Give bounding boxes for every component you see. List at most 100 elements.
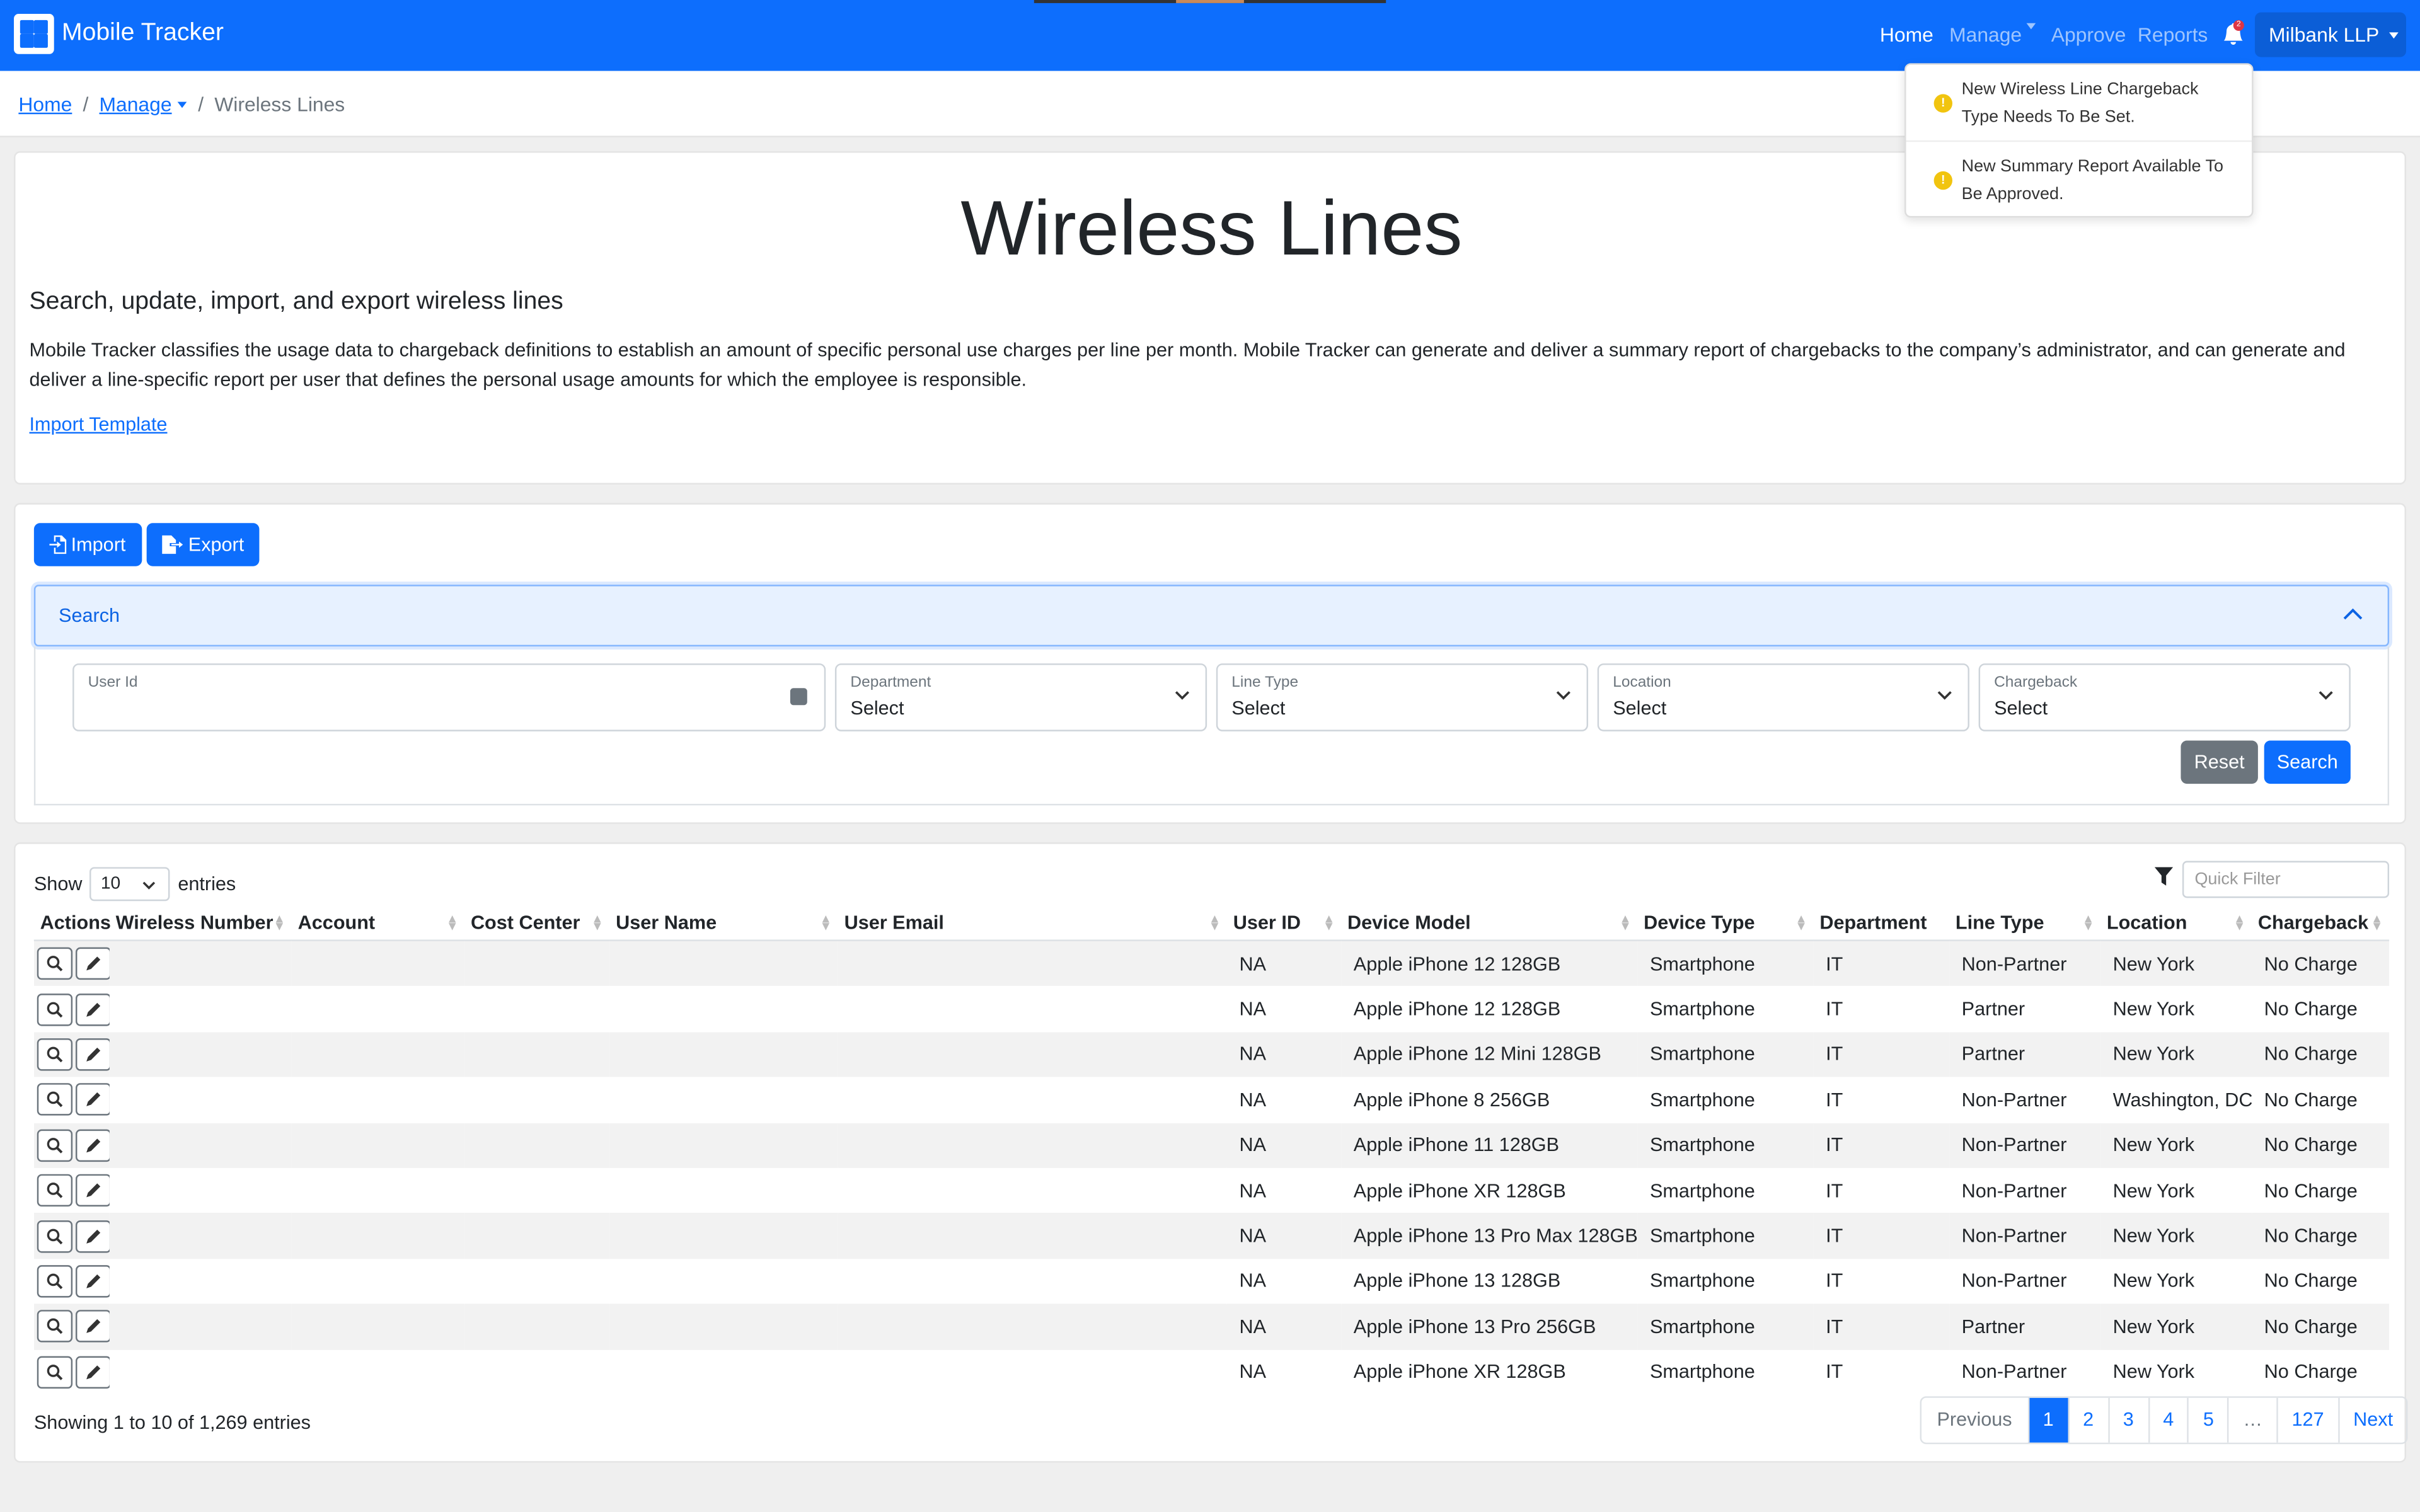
edit-button[interactable] <box>76 993 110 1026</box>
search-accordion-header[interactable]: Search <box>33 585 2390 647</box>
cell-chargeback: No Charge <box>2252 1213 2390 1259</box>
search-button[interactable]: Search <box>2264 740 2351 784</box>
breadcrumb-manage[interactable]: Manage <box>100 93 172 116</box>
chargeback-select[interactable]: Chargeback Select <box>1978 663 2351 731</box>
nav-home[interactable]: Home <box>1880 23 1933 47</box>
cell-redacted <box>464 1303 610 1349</box>
cell-user-id: NA <box>1226 1031 1342 1077</box>
user-id-field[interactable]: User Id <box>72 663 826 731</box>
view-button[interactable] <box>37 1084 73 1116</box>
column-header-department[interactable]: Department <box>1813 905 1950 941</box>
cell-redacted <box>464 1213 610 1259</box>
filter-icon[interactable] <box>2154 867 2174 886</box>
quick-filter-input[interactable]: Quick Filter <box>2182 861 2390 898</box>
search-card: Import Export Search User Id Department … <box>14 503 2406 824</box>
view-button[interactable] <box>37 1264 73 1298</box>
location-select[interactable]: Location Select <box>1597 663 1969 731</box>
breadcrumb-home[interactable]: Home <box>18 93 72 116</box>
view-button[interactable] <box>37 1310 73 1343</box>
pagination-page[interactable]: 127 <box>2276 1397 2338 1443</box>
notification-count-badge: 2 <box>2233 20 2244 31</box>
page-size-select[interactable]: 10 <box>89 867 171 902</box>
cell-device-type: Smartphone <box>1649 1179 1755 1201</box>
view-button[interactable] <box>37 1220 73 1252</box>
view-button[interactable] <box>37 1038 73 1071</box>
column-header-device-type[interactable]: Device Type ▲ ▼ <box>1637 905 1814 941</box>
nav-approve[interactable]: Approve <box>2051 23 2126 47</box>
view-button[interactable] <box>37 1355 73 1389</box>
notifications-bell[interactable]: 2 <box>2223 20 2244 45</box>
column-header-user-id[interactable]: User ID ▲ ▼ <box>1226 905 1342 941</box>
caret-down-icon[interactable] <box>178 101 188 108</box>
view-button[interactable] <box>37 1129 73 1162</box>
view-button[interactable] <box>37 948 73 980</box>
cell-actions <box>33 1031 110 1077</box>
cell-device-type: Smartphone <box>1649 998 1755 1020</box>
export-button[interactable]: Export <box>146 523 260 566</box>
column-header-device-model[interactable]: Device Model ▲ ▼ <box>1341 905 1638 941</box>
edit-button[interactable] <box>76 1264 110 1298</box>
sort-icon: ▲ ▼ <box>2082 912 2095 934</box>
edit-button[interactable] <box>76 1220 110 1252</box>
cell-device-type: Smartphone <box>1649 1361 1755 1383</box>
cell-chargeback: No Charge <box>2264 1361 2358 1383</box>
column-header-location[interactable]: Location ▲ ▼ <box>2100 905 2252 941</box>
cell-redacted <box>609 1259 838 1304</box>
view-button[interactable] <box>37 1174 73 1207</box>
cell-redacted <box>292 1168 464 1213</box>
warning-icon: ! <box>1933 171 1952 190</box>
department-select[interactable]: Department Select <box>834 663 1207 731</box>
edit-button[interactable] <box>76 1084 110 1116</box>
nav-reports[interactable]: Reports <box>2138 23 2208 47</box>
column-header-chargeback[interactable]: Chargeback ▲ ▼ <box>2252 905 2390 941</box>
import-button[interactable]: Import <box>33 523 142 566</box>
quick-filter-placeholder: Quick Filter <box>2194 870 2281 889</box>
edit-button[interactable] <box>76 1355 110 1389</box>
line-type-label: Line Type <box>1231 674 1299 692</box>
cell-redacted <box>464 1122 610 1168</box>
edit-button[interactable] <box>76 1174 110 1207</box>
import-template-link[interactable]: Import Template <box>30 413 168 435</box>
notification-text: New Summary Report Available To Be Appro… <box>1961 157 2223 203</box>
edit-button[interactable] <box>76 1310 110 1343</box>
edit-button[interactable] <box>76 948 110 980</box>
column-header-line-type[interactable]: Line Type ▲ ▼ <box>1949 905 2101 941</box>
edit-button[interactable] <box>76 1038 110 1071</box>
cell-redacted <box>609 1031 838 1077</box>
department-value: Select <box>850 697 904 719</box>
cell-user-id: NA <box>1239 1361 1267 1383</box>
app-logo-icon <box>14 14 54 54</box>
cell-redacted <box>464 1349 609 1395</box>
line-type-select[interactable]: Line Type Select <box>1216 663 1589 731</box>
cell-user-id: NA <box>1239 1179 1267 1201</box>
pagination-page[interactable]: 5 <box>2187 1397 2228 1443</box>
brand[interactable]: Mobile Tracker <box>14 14 224 54</box>
pagination-next[interactable]: Next <box>2337 1397 2407 1443</box>
pagination-page[interactable]: 1 <box>2027 1397 2068 1443</box>
column-header-user-email[interactable]: User Email ▲ ▼ <box>838 905 1227 941</box>
autofill-icon[interactable] <box>790 688 807 706</box>
account-dropdown[interactable]: Milbank LLP <box>2254 12 2406 57</box>
pagination-previous[interactable]: Previous <box>1922 1398 2027 1443</box>
pencil-icon <box>86 1228 101 1243</box>
view-button[interactable] <box>37 993 73 1026</box>
column-header-wireless-number[interactable]: Wireless Number ▲ ▼ <box>109 905 292 941</box>
cell-line-type: Partner <box>1961 998 2025 1020</box>
notification-item[interactable]: ! New Summary Report Available To Be App… <box>1906 140 2252 217</box>
cell-actions <box>34 987 110 1032</box>
column-header-user-name[interactable]: User Name ▲ ▼ <box>609 905 838 941</box>
pagination-page[interactable]: 4 <box>2147 1397 2188 1443</box>
table-row: NA Apple iPhone 8 256GB Smartphone IT Non-Pa… <box>34 1077 2389 1123</box>
notification-item[interactable]: ! New Wireless Line Chargeback Type Need… <box>1906 65 2252 140</box>
nav-manage-dropdown[interactable]: Manage <box>1949 23 2036 46</box>
cell-line-type: Non-Partner <box>1949 1122 2101 1168</box>
edit-button[interactable] <box>76 1129 110 1162</box>
cell-device-model: Apple iPhone 13 Pro Max 128GB <box>1341 1213 1638 1259</box>
column-header-account[interactable]: Account ▲ ▼ <box>291 905 465 941</box>
pagination-page[interactable]: 3 <box>2107 1397 2148 1443</box>
column-header-cost-center[interactable]: Cost Center ▲ ▼ <box>464 905 610 941</box>
cell-redacted <box>838 1349 1227 1395</box>
reset-button[interactable]: Reset <box>2181 740 2258 784</box>
pagination-page[interactable]: 2 <box>2067 1397 2108 1443</box>
notification-text: New Wireless Line Chargeback Type Needs … <box>1961 80 2199 126</box>
